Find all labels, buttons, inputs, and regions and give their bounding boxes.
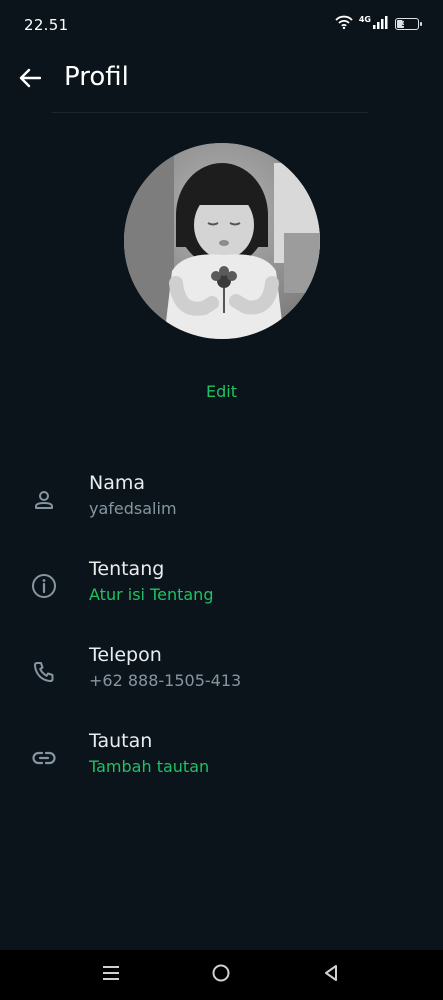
system-nav-bar xyxy=(0,950,443,1000)
back-button[interactable] xyxy=(14,64,46,96)
app-bar: Profil xyxy=(0,50,443,110)
row-name-value: yafedsalim xyxy=(89,499,177,518)
signal-icon xyxy=(373,14,389,33)
row-about[interactable]: Tentang Atur isi Tentang xyxy=(0,558,443,628)
page-title: Profil xyxy=(64,62,129,92)
home-button[interactable] xyxy=(208,962,234,988)
network-type-label: 4G xyxy=(358,15,371,24)
battery-icon: 32 xyxy=(395,17,422,30)
battery-level: 32 xyxy=(401,18,413,28)
row-phone-title: Telepon xyxy=(89,644,162,666)
row-phone[interactable]: Telepon +62 888-1505-413 xyxy=(0,644,443,714)
nav-back-button[interactable] xyxy=(318,962,344,988)
row-name-title: Nama xyxy=(89,472,146,494)
person-icon xyxy=(30,486,58,514)
back-triangle-icon xyxy=(322,963,340,987)
phone-icon xyxy=(30,658,58,686)
row-name[interactable]: Nama yafedsalim xyxy=(0,472,443,542)
row-links-value: Tambah tautan xyxy=(89,757,210,776)
row-links-title: Tautan xyxy=(89,730,153,752)
row-about-value: Atur isi Tentang xyxy=(89,585,214,604)
status-time: 22.51 xyxy=(24,16,69,34)
profile-screen: 22.51 4G 32 Profil Edit Nama yafedsalim … xyxy=(0,0,443,1000)
home-icon xyxy=(211,963,231,987)
row-links[interactable]: Tautan Tambah tautan xyxy=(0,730,443,800)
edit-photo-link[interactable]: Edit xyxy=(0,382,443,401)
row-about-title: Tentang xyxy=(89,558,165,580)
status-bar: 22.51 4G 32 xyxy=(0,0,443,48)
row-phone-value: +62 888-1505-413 xyxy=(89,671,242,690)
menu-button[interactable] xyxy=(98,962,124,988)
header-divider xyxy=(52,112,368,113)
menu-icon xyxy=(101,964,121,986)
link-icon xyxy=(30,744,58,772)
info-icon xyxy=(30,572,58,600)
arrow-left-icon xyxy=(19,68,42,92)
profile-photo-image xyxy=(124,143,320,339)
wifi-icon xyxy=(335,14,353,33)
profile-photo[interactable] xyxy=(124,143,320,339)
status-icons: 4G 32 xyxy=(335,14,422,33)
